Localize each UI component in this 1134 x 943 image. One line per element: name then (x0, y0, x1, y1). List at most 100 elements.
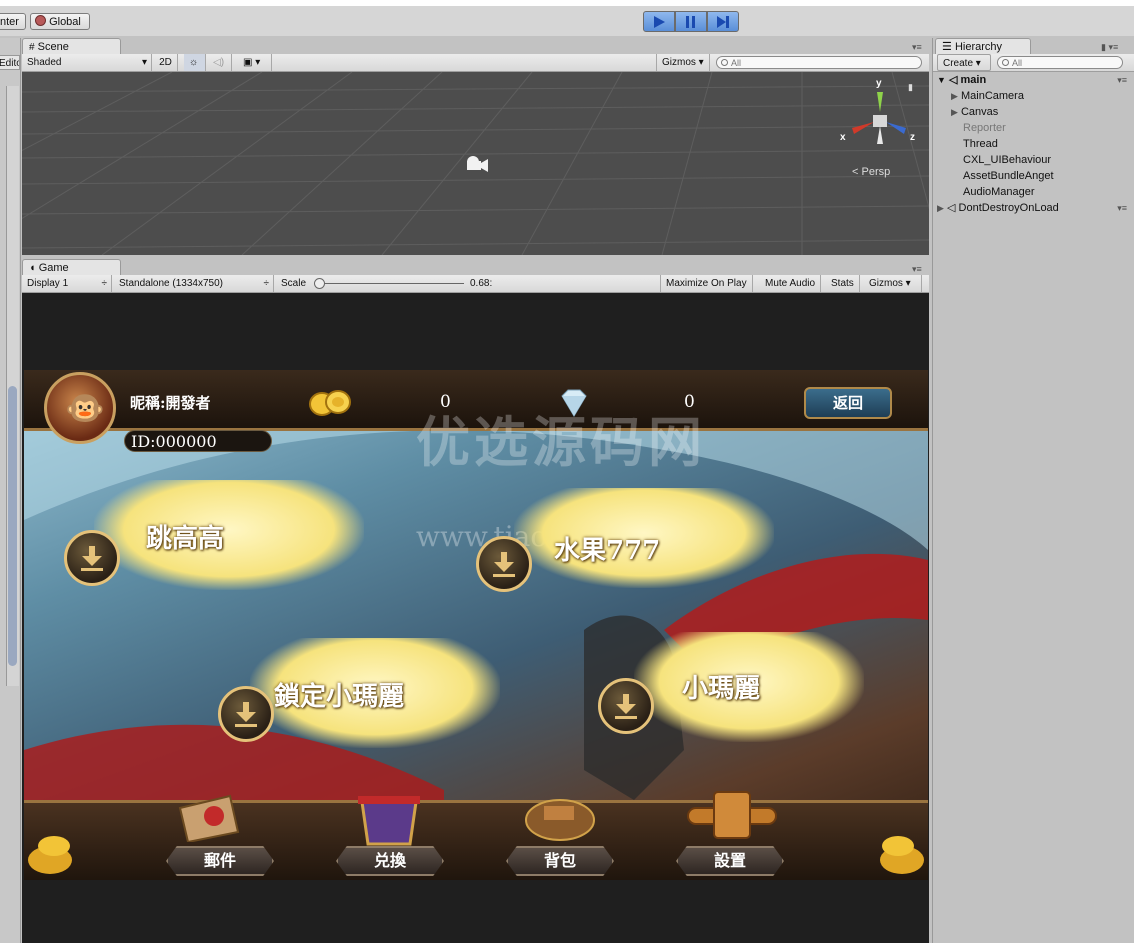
step-button[interactable] (707, 11, 739, 32)
settings-icon[interactable] (684, 786, 780, 844)
camera-icon[interactable] (464, 154, 490, 177)
mail-button[interactable]: 郵件 (166, 846, 274, 876)
display-value: Display 1 (27, 278, 69, 289)
left-scroll-thumb[interactable] (8, 386, 17, 666)
scale-value: 0.68: (470, 278, 493, 289)
tab-scene[interactable]: # Scene (22, 38, 121, 54)
backpack-button[interactable]: 背包 (506, 846, 614, 876)
hierarchy-item-label: AudioManager (963, 186, 1035, 198)
persp-label[interactable]: < Persp (852, 166, 890, 178)
scene-toolbar: Shaded ▾ 2D ☼ ◁) ▣ ▾ Gizmos ▾ All (22, 54, 929, 72)
image-icon: ▣ (243, 57, 253, 68)
game-tile-cloud-1[interactable] (94, 480, 364, 590)
axis-z-label: z (910, 132, 915, 143)
hierarchy-item[interactable]: CXL_UIBehaviour (933, 152, 1133, 168)
display-arrow-icon: ÷ (101, 278, 108, 289)
game-title-1: 跳高高 (146, 524, 225, 554)
hierarchy-item-label: AssetBundleAnget (963, 170, 1054, 182)
tab-hierarchy[interactable]: ☰ Hierarchy (935, 38, 1031, 54)
monkey-king-icon: 🐵 (65, 390, 105, 426)
scale-label: Scale (281, 278, 307, 289)
exchange-icon[interactable] (354, 788, 424, 846)
persp-text: Persp (861, 166, 891, 178)
grid-icon: # (29, 42, 35, 53)
stats-button[interactable]: Stats (826, 275, 860, 292)
hierarchy-item-label: Canvas (960, 106, 999, 118)
scale-slider-track[interactable] (318, 283, 464, 284)
maximize-on-play-button[interactable]: Maximize On Play (660, 275, 753, 292)
hierarchy-item[interactable]: AudioManager (933, 184, 1133, 200)
mute-audio-button[interactable]: Mute Audio (760, 275, 822, 292)
hierarchy-item[interactable]: AssetBundleAnget (933, 168, 1133, 184)
axis-x-label: x (840, 132, 846, 143)
expand-down-icon: ▼ (937, 75, 946, 85)
hierarchy-item[interactable]: ▶ Canvas (933, 104, 1133, 120)
avatar[interactable]: 🐵 (44, 372, 116, 444)
back-button[interactable]: 返回 (804, 387, 892, 419)
game-tab-label: Game (38, 262, 69, 274)
left-scrollbar[interactable] (6, 86, 19, 686)
game-gizmos-dropdown[interactable]: Gizmos ▾ (864, 275, 922, 292)
download-icon[interactable] (476, 536, 532, 592)
hierarchy-search-input[interactable]: All (997, 56, 1123, 69)
pause-icon (686, 15, 695, 28)
game-screen[interactable]: 🐵 昵稱:開發者 ID:000000 0 0 返回 优选源码网 www.tiao… (24, 370, 928, 880)
shading-dropdown[interactable]: Shaded ▾ (22, 54, 152, 71)
play-button[interactable] (643, 11, 675, 32)
download-icon[interactable] (64, 530, 120, 586)
resolution-dropdown[interactable]: Standalone (1334x750) ÷ (114, 275, 274, 292)
display-dropdown[interactable]: Display 1 ÷ (22, 275, 112, 292)
dontdestroy-label: DontDestroyOnLoad (958, 202, 1059, 214)
effects-dropdown[interactable]: ▣ ▾ (238, 54, 272, 71)
unity-scene-icon: ◁ (948, 74, 958, 86)
scene-search-input[interactable]: All (716, 56, 922, 69)
scene-menu-icon[interactable]: ▾≡ (912, 42, 922, 53)
global-button[interactable]: Global (30, 13, 90, 30)
scene-name: main (960, 74, 987, 86)
download-icon[interactable] (598, 678, 654, 734)
pause-button[interactable] (675, 11, 707, 32)
create-label: Create (943, 58, 974, 69)
expand-right-icon: ▶ (951, 91, 958, 101)
create-dropdown[interactable]: Create ▾ (937, 54, 991, 71)
scene-row-main[interactable]: ▼ ◁ main ▾≡ (933, 72, 1133, 88)
lock-icon[interactable]: ▮ (908, 82, 913, 93)
scene-gizmos-label: Gizmos (662, 57, 696, 68)
list-icon: ☰ (942, 41, 952, 53)
hierarchy-item-label: CXL_UIBehaviour (963, 154, 1052, 166)
audio-toggle[interactable]: ◁) (208, 54, 232, 71)
game-title-2: 水果777 (554, 536, 661, 566)
scene-viewport[interactable]: y x z ▮ < Persp (22, 72, 929, 255)
scene-row-dontdestroy[interactable]: ▶ ◁ DontDestroyOnLoad ▾≡ (933, 200, 1133, 216)
exchange-button[interactable]: 兑換 (336, 846, 444, 876)
hierarchy-lock-icon[interactable]: ▮ ▾≡ (1101, 42, 1118, 53)
pivot-button[interactable]: nter (0, 13, 26, 30)
hierarchy-item[interactable]: Thread (933, 136, 1133, 152)
left-panel-tab[interactable]: Edito (0, 55, 20, 70)
light-toggle[interactable]: ☼ (184, 54, 206, 71)
game-title-3: 鎖定小瑪麗 (274, 682, 405, 712)
speaker-icon: ◁) (213, 57, 225, 68)
download-icon[interactable] (218, 686, 274, 742)
coins-icon (308, 388, 354, 421)
scene-gizmos-dropdown[interactable]: Gizmos ▾ (656, 54, 710, 71)
pacman-icon: ◖ (29, 262, 36, 274)
dontdestroy-menu-icon[interactable]: ▾≡ (1117, 200, 1127, 216)
scale-slider-thumb[interactable] (314, 278, 325, 289)
player-id: ID:000000 (124, 430, 272, 452)
step-icon (717, 15, 729, 28)
settings-button[interactable]: 設置 (676, 846, 784, 876)
hierarchy-item[interactable]: Reporter (933, 120, 1133, 136)
shading-value: Shaded (27, 57, 62, 68)
backpack-icon[interactable] (520, 788, 598, 844)
hierarchy-item-label: Reporter (963, 122, 1006, 134)
axis-y-label: y (876, 78, 882, 89)
globe-icon (35, 15, 46, 26)
game-menu-icon[interactable]: ▾≡ (912, 264, 922, 275)
mail-icon[interactable] (174, 788, 244, 844)
2d-toggle[interactable]: 2D (154, 54, 178, 71)
hierarchy-item[interactable]: ▶ MainCamera (933, 88, 1133, 104)
gold-pile-right-icon (868, 810, 928, 880)
scene-row-menu-icon[interactable]: ▾≡ (1117, 72, 1127, 88)
tab-game[interactable]: ◖ Game (22, 259, 121, 275)
